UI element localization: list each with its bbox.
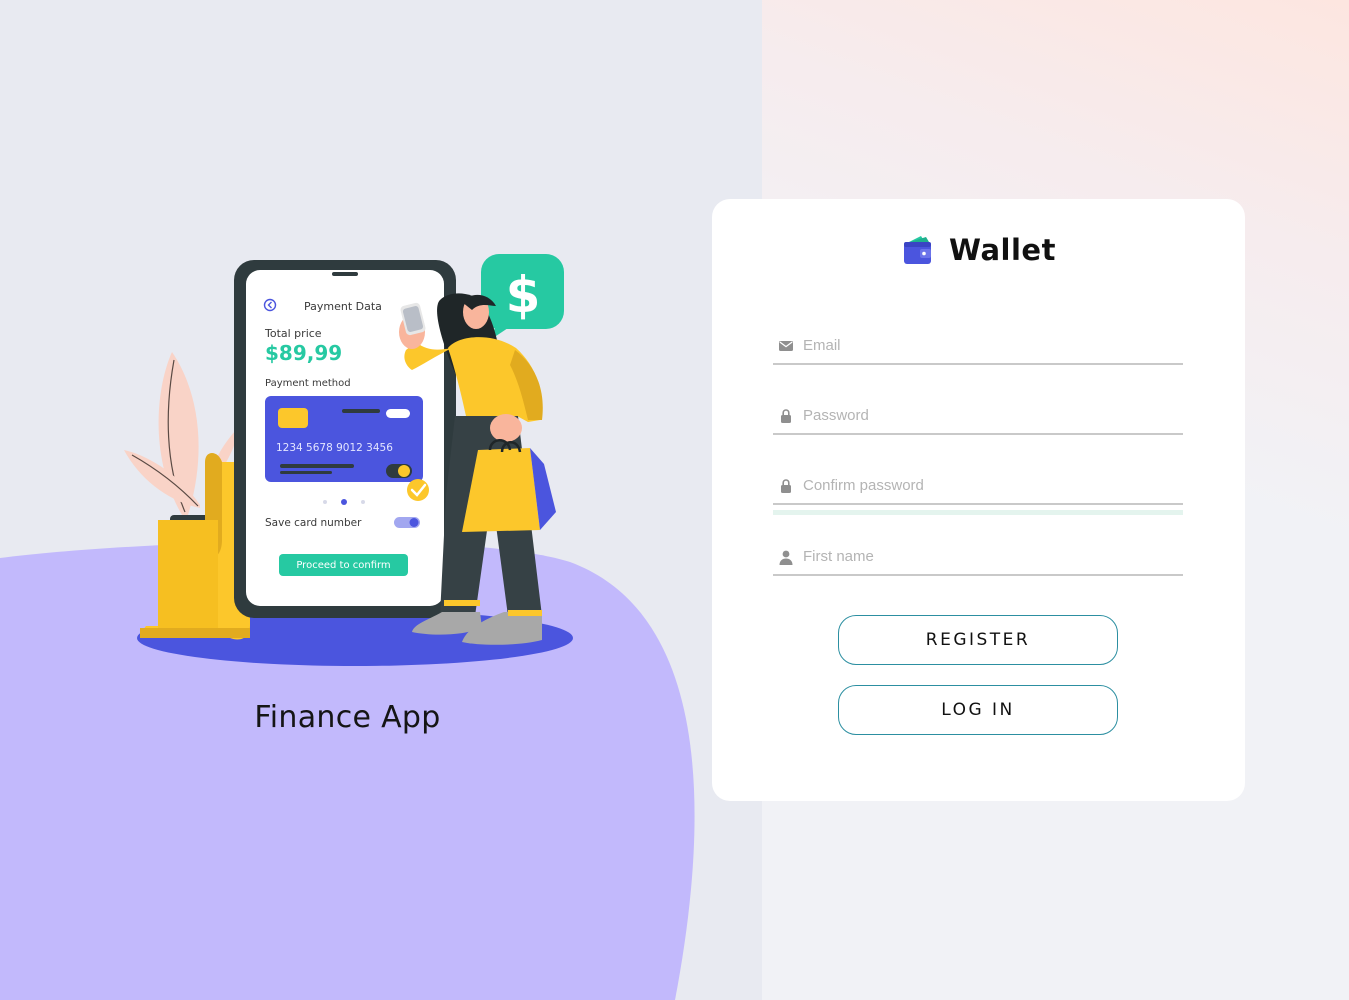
lock-icon <box>781 479 791 493</box>
dollar-symbol: $ <box>506 266 541 324</box>
register-button[interactable]: REGISTER <box>838 615 1118 665</box>
first-name-field-row <box>773 534 1183 576</box>
total-price-value: $89,99 <box>265 341 342 365</box>
login-button[interactable]: LOG IN <box>838 685 1118 735</box>
finance-app-title: Finance App <box>254 700 441 735</box>
password-strength-bar <box>773 510 1183 515</box>
page: Payment Data Total price $89,99 Payment … <box>0 0 1349 1000</box>
payment-method-label: Payment method <box>265 378 351 389</box>
dollar-badge-illustration: $ <box>481 254 564 340</box>
total-price-label: Total price <box>264 327 322 340</box>
brand: Wallet <box>712 233 1245 267</box>
wallet-icon <box>904 236 932 264</box>
email-field-row <box>773 323 1183 365</box>
register-card: Wallet Email First name REGISTER LOG IN <box>712 199 1245 801</box>
lock-icon <box>781 409 791 423</box>
phone-illustration: Payment Data Total price $89,99 Payment … <box>234 260 456 618</box>
finance-illustration: Payment Data Total price $89,99 Payment … <box>124 254 573 666</box>
password-field-row <box>773 393 1183 435</box>
confirm-password-input[interactable] <box>803 471 1173 499</box>
email-input[interactable] <box>803 331 1173 359</box>
first-name-input[interactable] <box>803 542 1173 570</box>
password-input[interactable] <box>803 401 1173 429</box>
user-icon <box>779 550 793 565</box>
proceed-label: Proceed to confirm <box>296 560 390 571</box>
save-card-label: Save card number <box>265 517 362 529</box>
payment-data-title: Payment Data <box>304 300 382 313</box>
card-number: 1234 5678 9012 3456 <box>276 442 393 454</box>
confirm-password-field-row <box>773 463 1183 505</box>
mail-icon <box>779 341 793 351</box>
brand-name: Wallet <box>949 233 1056 267</box>
